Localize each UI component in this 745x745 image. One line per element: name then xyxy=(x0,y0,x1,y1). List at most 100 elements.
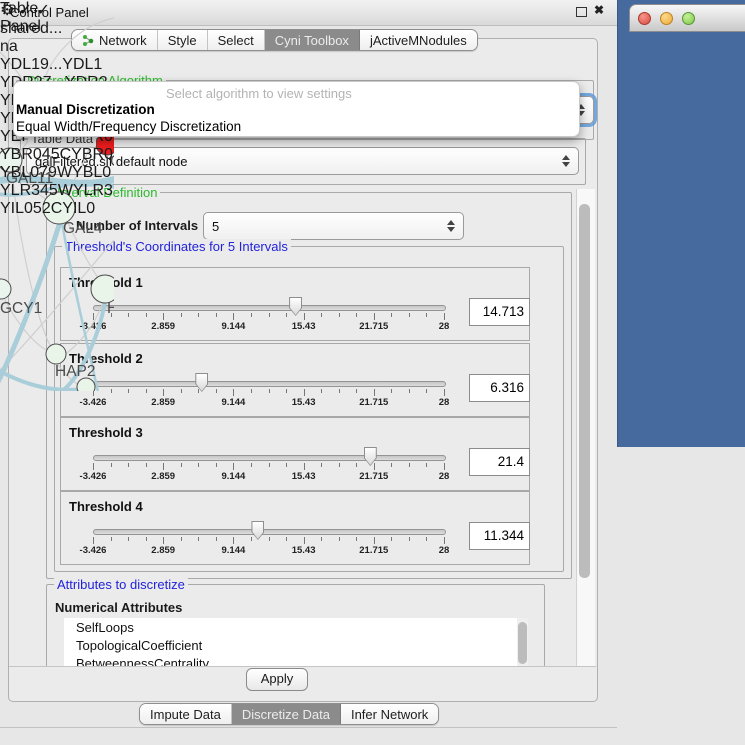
tab-label: Cyni Toolbox xyxy=(275,33,349,48)
dropdown-placeholder: Select algorithm to view settings xyxy=(166,86,352,101)
cell-name: YIL0 xyxy=(62,200,95,217)
slider-track[interactable] xyxy=(93,529,446,535)
threshold-value-field[interactable]: 6.316 xyxy=(469,374,530,402)
tab-impute-data[interactable]: Impute Data xyxy=(140,704,232,724)
threshold-panel: Threshold 2-3.4262.8599.14415.4321.71528… xyxy=(60,343,530,417)
attributes-scrollbar-thumb[interactable] xyxy=(518,622,527,664)
slider-tick xyxy=(269,463,270,467)
threshold-panel: Threshold 1-3.4262.8599.14415.4321.71528… xyxy=(60,267,530,341)
slider-tick xyxy=(146,463,147,467)
slider-tick xyxy=(128,537,129,541)
slider-tick xyxy=(409,389,410,393)
threshold-value-field[interactable]: 11.344 xyxy=(469,522,530,550)
table-row[interactable]: YIL052CYIL0 xyxy=(0,200,117,218)
network-window-titlebar[interactable] xyxy=(629,4,745,32)
slider-tick xyxy=(251,313,252,317)
slider-tick-label: 28 xyxy=(422,321,466,332)
apply-button[interactable]: Apply xyxy=(246,668,308,691)
network-node-label: HAP2 xyxy=(55,363,96,380)
checkbox-icon[interactable]: ✓ xyxy=(37,2,50,19)
slider-tick xyxy=(198,389,199,393)
slider-track[interactable] xyxy=(93,455,446,461)
slider-tick xyxy=(286,389,287,393)
close-traffic-light-icon[interactable] xyxy=(638,12,651,25)
slider-tick xyxy=(426,389,427,393)
tab-label: jActiveMNodules xyxy=(370,33,467,48)
number-of-intervals-value: 5 xyxy=(212,219,443,234)
slider-tick-label: 28 xyxy=(422,545,466,556)
slider-tick xyxy=(128,463,129,467)
slider-tick xyxy=(321,389,322,393)
slider-thumb[interactable] xyxy=(251,521,264,540)
slider-tick-label: 9.144 xyxy=(211,397,255,408)
column-header-shared-name[interactable]: shared... xyxy=(0,20,76,38)
float-window-icon[interactable] xyxy=(576,7,587,17)
slider-thumb[interactable] xyxy=(364,447,377,466)
slider-tick xyxy=(146,537,147,541)
viewport-divider xyxy=(9,666,596,667)
cell-shared-name: YBR045C xyxy=(0,146,71,163)
slider-tick-label: 15.43 xyxy=(282,397,326,408)
table-row[interactable]: YBL079WYBL0 xyxy=(0,164,117,182)
network-node[interactable] xyxy=(46,344,66,364)
slider-track[interactable] xyxy=(93,305,446,311)
slider-tick xyxy=(356,463,357,467)
number-of-intervals-combobox[interactable]: 5 xyxy=(203,212,464,240)
tab-infer-network[interactable]: Infer Network xyxy=(341,704,438,724)
slider-tick xyxy=(233,537,234,544)
slider-thumb[interactable] xyxy=(195,373,208,392)
slider-tick xyxy=(426,313,427,317)
slider-tick-label: 21.715 xyxy=(352,545,396,556)
table-row[interactable]: YDL19...YDL1 xyxy=(0,56,117,74)
attribute-list-item[interactable]: TopologicalCoefficient xyxy=(64,636,517,654)
slider-tick xyxy=(356,537,357,541)
dropdown-option-manual-discretization[interactable]: Manual Discretization xyxy=(16,102,155,117)
slider-tick xyxy=(409,463,410,467)
attribute-list-item[interactable]: BetweennessCentrality xyxy=(64,654,517,666)
slider-tick xyxy=(163,463,164,470)
combo-arrows-icon xyxy=(447,220,455,232)
slider-tick-label: 15.43 xyxy=(282,321,326,332)
slider-track[interactable] xyxy=(93,381,446,387)
slider-tick xyxy=(181,537,182,541)
dropdown-option-equal-width-frequency[interactable]: Equal Width/Frequency Discretization xyxy=(16,119,241,134)
gear-icon[interactable]: ⚙ xyxy=(0,2,14,19)
cell-name: YBL0 xyxy=(72,164,111,181)
top-tab-bar: NetworkStyleSelectCyni ToolboxjActiveMNo… xyxy=(71,29,478,51)
table-row[interactable]: YBR045CYBR0 xyxy=(0,146,117,164)
minimize-traffic-light-icon[interactable] xyxy=(660,12,673,25)
close-icon[interactable]: ✖ xyxy=(594,3,604,17)
threshold-value-field[interactable]: 21.4 xyxy=(469,448,530,476)
cell-shared-name: YDL19... xyxy=(0,56,62,73)
network-node[interactable] xyxy=(0,279,11,299)
tab-select[interactable]: Select xyxy=(208,30,265,50)
slider-tick-label: 15.43 xyxy=(282,471,326,482)
tab-discretize-data[interactable]: Discretize Data xyxy=(232,704,341,724)
network-node[interactable] xyxy=(91,275,114,303)
slider-thumb[interactable] xyxy=(289,297,302,316)
threshold-value-field[interactable]: 14.713 xyxy=(469,298,530,326)
slider-tick-label: 2.859 xyxy=(141,397,185,408)
tab-jactivemnodules[interactable]: jActiveMNodules xyxy=(360,30,477,50)
numerical-attributes-list[interactable]: SelfLoopsTopologicalCoefficientBetweenne… xyxy=(64,618,517,666)
slider-tick xyxy=(304,537,305,544)
checkbox-icon[interactable]: ✓ xyxy=(19,2,32,19)
tab-style[interactable]: Style xyxy=(158,30,208,50)
slider-tick xyxy=(233,389,234,396)
zoom-traffic-light-icon[interactable] xyxy=(682,12,695,25)
slider-tick xyxy=(251,389,252,393)
slider-tick xyxy=(374,463,375,470)
slider-tick xyxy=(181,463,182,467)
slider-tick xyxy=(93,537,94,544)
tab-cyni-toolbox[interactable]: Cyni Toolbox xyxy=(265,30,360,50)
threshold-label: Threshold 3 xyxy=(69,425,143,440)
slider-tick xyxy=(251,463,252,467)
slider-tick xyxy=(391,313,392,317)
slider-tick xyxy=(111,463,112,467)
column-header-name[interactable]: na xyxy=(0,38,60,56)
attribute-list-item[interactable]: SelfLoops xyxy=(64,618,517,636)
slider-tick xyxy=(356,313,357,317)
main-scrollbar-thumb[interactable] xyxy=(579,204,590,578)
table-row[interactable]: YLR345WYLR3 xyxy=(0,182,117,200)
cell-shared-name: YBL079W xyxy=(0,164,72,181)
